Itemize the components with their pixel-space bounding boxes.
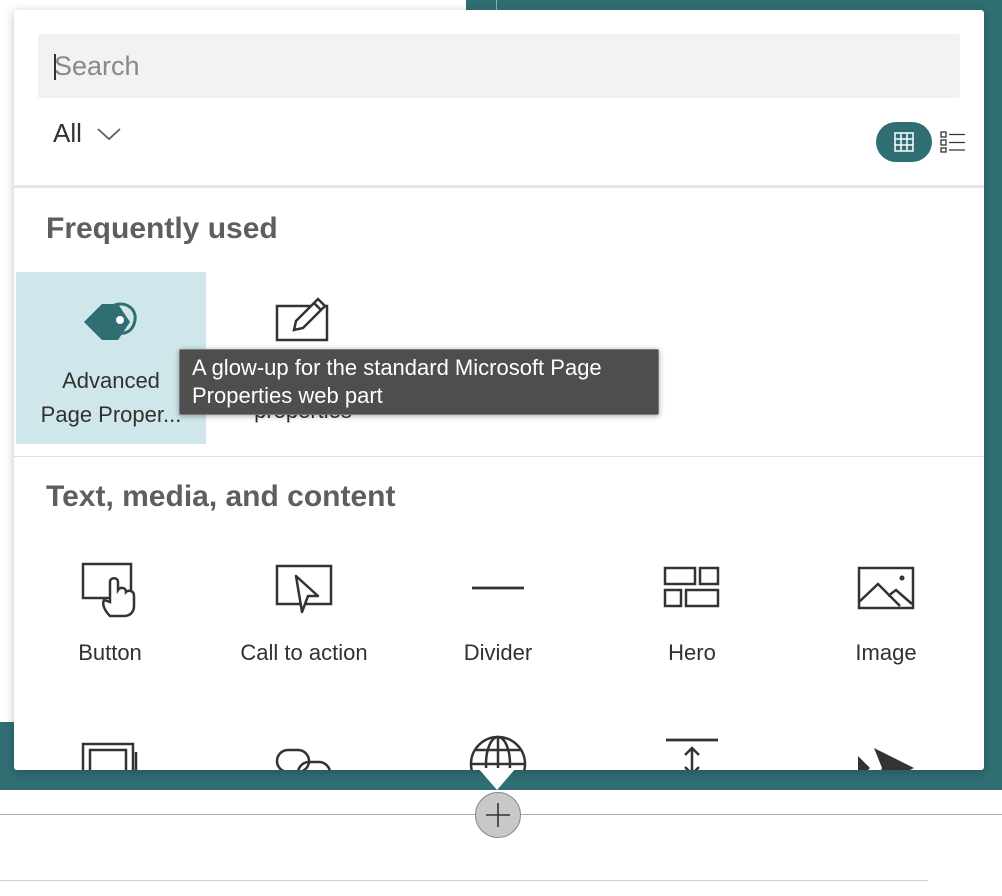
tooltip-line: A glow-up for the standard Microsoft Pag… bbox=[192, 355, 602, 380]
grid-icon bbox=[894, 132, 914, 152]
column-divider bbox=[496, 0, 497, 10]
globe-icon bbox=[469, 735, 527, 770]
call-to-action-icon bbox=[275, 564, 333, 614]
edit-icon bbox=[275, 297, 329, 342]
web-part-embed[interactable] bbox=[403, 728, 593, 770]
category-filter-dropdown[interactable]: All bbox=[53, 118, 122, 149]
hero-icon bbox=[663, 566, 720, 608]
section-title-frequently-used: Frequently used bbox=[46, 212, 278, 245]
spacer-icon bbox=[666, 738, 718, 770]
web-part-divider[interactable]: Divider bbox=[403, 548, 593, 678]
list-icon bbox=[940, 131, 965, 153]
add-web-part-button[interactable] bbox=[475, 792, 521, 838]
web-part-quick-links[interactable] bbox=[209, 728, 399, 770]
text-cursor bbox=[54, 54, 56, 80]
grid-view-button[interactable] bbox=[876, 122, 932, 162]
view-toggle bbox=[876, 122, 968, 162]
link-icon bbox=[275, 748, 331, 770]
web-part-label: Hero bbox=[668, 640, 716, 665]
web-part-advanced-page-properties[interactable]: Advanced Page Proper... bbox=[16, 272, 206, 444]
search-box[interactable] bbox=[38, 34, 960, 98]
search-input[interactable] bbox=[54, 34, 960, 98]
section-divider bbox=[14, 456, 984, 457]
web-part-list: Frequently used Advanced Page Proper... … bbox=[14, 188, 984, 770]
web-part-label: Button bbox=[78, 640, 142, 665]
web-part-call-to-action[interactable]: Call to action bbox=[209, 548, 399, 678]
category-filter-label: All bbox=[53, 118, 82, 148]
web-part-label: Advanced bbox=[62, 368, 160, 393]
list-view-button[interactable] bbox=[938, 122, 968, 162]
tag-icon bbox=[84, 302, 137, 340]
plus-icon bbox=[486, 803, 510, 827]
toolbox-pointer bbox=[478, 768, 516, 790]
web-part-label: Divider bbox=[463, 640, 533, 665]
web-part-description-tooltip: A glow-up for the standard Microsoft Pag… bbox=[179, 349, 659, 415]
button-icon bbox=[81, 562, 136, 618]
web-part-label: Image bbox=[855, 640, 917, 665]
stream-icon bbox=[858, 748, 914, 770]
web-part-button[interactable]: Button bbox=[15, 548, 205, 678]
web-part-hero[interactable]: Hero bbox=[597, 548, 787, 678]
web-part-image-gallery[interactable] bbox=[15, 728, 205, 770]
tooltip-line: Properties web part bbox=[192, 383, 383, 408]
web-part-spacer[interactable] bbox=[597, 728, 787, 770]
web-part-image[interactable]: Image bbox=[791, 548, 981, 678]
section-title-text-media-content: Text, media, and content bbox=[46, 480, 396, 513]
web-part-toolbox: All Frequently used bbox=[14, 10, 984, 770]
image-icon bbox=[857, 566, 915, 610]
web-part-stream[interactable] bbox=[791, 728, 981, 770]
page-bottom-line bbox=[0, 880, 928, 881]
chevron-down-icon bbox=[97, 127, 121, 140]
divider-icon bbox=[472, 586, 524, 590]
web-part-label: Call to action bbox=[240, 640, 368, 665]
image-gallery-icon bbox=[81, 742, 138, 770]
web-part-label: Page Proper... bbox=[40, 402, 182, 427]
